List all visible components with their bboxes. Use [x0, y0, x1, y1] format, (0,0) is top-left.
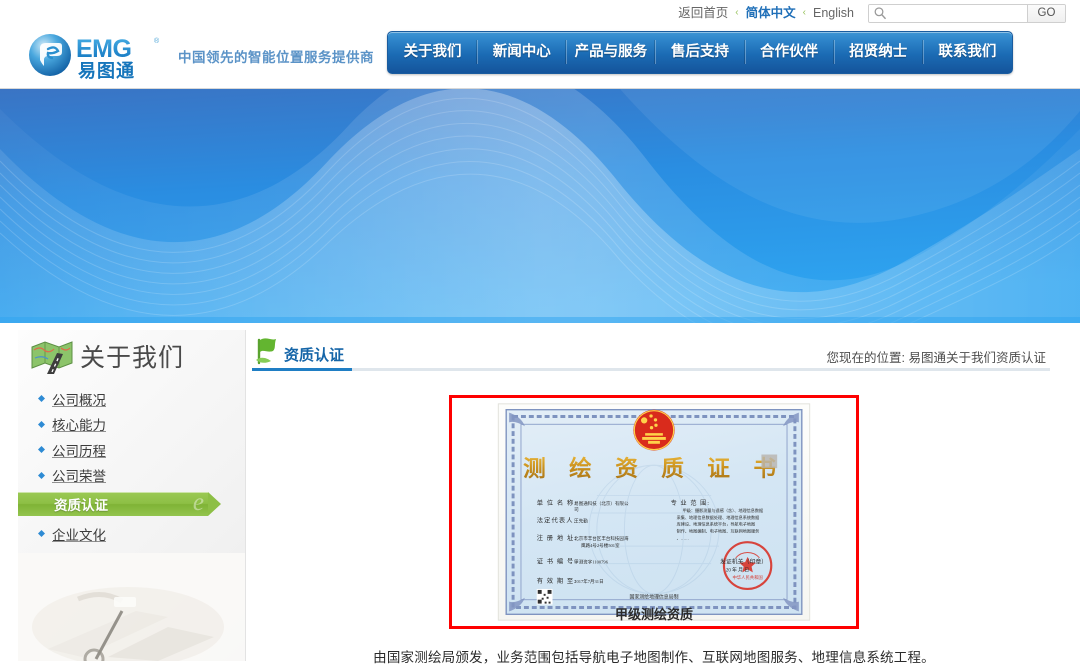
sidebar-item-honors[interactable]: 公司荣誉 — [18, 463, 245, 489]
sidebar-decorative-photo — [18, 553, 245, 661]
sidebar-item-label: 企业文化 — [52, 527, 106, 543]
nav-item-contact[interactable]: 联系我们 — [922, 32, 1012, 73]
language-link-en[interactable]: English — [811, 0, 856, 26]
sidebar-item-label: 公司概况 — [52, 392, 106, 408]
sidebar-header: 关于我们 — [18, 330, 245, 382]
svg-text:单 位 名 称:: 单 位 名 称: — [537, 498, 577, 507]
search-input[interactable] — [890, 4, 1024, 22]
svg-text:测 绘 资 质 证 书: 测 绘 资 质 证 书 — [523, 455, 785, 481]
nav-item-partners[interactable]: 合作伙伴 — [744, 32, 834, 73]
svg-text:采集、地理信息数据处理、地理信息系统数据: 采集、地理信息数据处理、地理信息系统数据 — [677, 514, 760, 520]
svg-text:有 效 期 至:: 有 效 期 至: — [537, 576, 577, 585]
nav-item-news[interactable]: 新闻中心 — [477, 32, 566, 73]
sidebar-item-label: 资质认证 — [54, 498, 108, 513]
sidebar-menu: 公司概况 核心能力 公司历程 公司荣誉 资质认证 e 企业文化 — [18, 386, 245, 547]
svg-text:法定代表人:: 法定代表人: — [537, 516, 577, 525]
svg-text:20 年 月 日: 20 年 月 日 — [726, 566, 749, 573]
svg-text:国家测绘地理信息局制: 国家测绘地理信息局制 — [629, 594, 678, 601]
svg-text:制作、地图编制、电子地图、互联网地图服务: 制作、地图编制、电子地图、互联网地图服务 — [677, 527, 760, 533]
certificate-frame[interactable]: 测 绘 资 质 证 书 单 位 名 称: 易图通科技（北京）有限公 司 法定代表… — [449, 395, 859, 629]
search-bar: GO — [868, 3, 1066, 23]
svg-text:2017年7月31日: 2017年7月31日 — [574, 578, 603, 585]
diamond-bullet-icon — [38, 446, 45, 454]
separator-icon: ‹ — [802, 7, 806, 18]
diamond-bullet-icon — [38, 530, 45, 538]
site-tagline: 中国领先的智能位置服务提供商 — [178, 49, 374, 65]
sidebar-title: 关于我们 — [80, 344, 185, 372]
home-link[interactable]: 返回首页 — [676, 0, 730, 26]
svg-text:®: ® — [154, 37, 160, 45]
site-header: EMG ® 易图通 中国领先的智能位置服务提供商 关于我们 新闻中心 产品与服务… — [0, 26, 1080, 85]
section-title: 资质认证 — [284, 347, 345, 364]
svg-text:司: 司 — [574, 507, 579, 512]
sidebar-item-culture[interactable]: 企业文化 — [18, 521, 245, 547]
sidebar-item-label: 公司荣誉 — [52, 469, 106, 485]
breadcrumb: 您现在的位置: 易图通关于我们资质认证 — [826, 351, 1046, 365]
content-panel: 资质认证 您现在的位置: 易图通关于我们资质认证 测 绘 资 质 证 书 单 位… — [248, 323, 1060, 665]
sidebar: 关于我们 公司概况 核心能力 公司历程 公司荣誉 资质认证 e 企业文化 — [18, 330, 246, 661]
sidebar-item-core-capability[interactable]: 核心能力 — [18, 412, 245, 438]
emg-logo-icon: EMG ® 易图通 — [29, 33, 160, 81]
sidebar-item-qualifications[interactable]: 资质认证 e — [18, 489, 221, 516]
diamond-bullet-icon — [38, 420, 45, 428]
diamond-bullet-icon — [38, 471, 45, 479]
svg-text:易图通: 易图通 — [78, 61, 135, 81]
sidebar-item-label: 核心能力 — [52, 418, 106, 434]
certificate-description: 由国家测绘局颁发，业务范围包括导航电子地图制作、互联网地图服务、地理信息系统工程… — [373, 650, 935, 665]
separator-icon: ‹ — [735, 7, 739, 18]
svg-text:易图通科技（北京）有限公: 易图通科技（北京）有限公 — [574, 500, 629, 507]
certificate-image: 测 绘 资 质 证 书 单 位 名 称: 易图通科技（北京）有限公 司 法定代表… — [452, 398, 856, 626]
certificate-caption: 甲级测绘资质 — [614, 607, 693, 622]
main-navigation: 关于我们 新闻中心 产品与服务 售后支持 合作伙伴 招贤纳士 联系我们 — [387, 31, 1013, 74]
diamond-bullet-icon — [38, 395, 45, 403]
svg-text:北京市丰台区丰台科技园海: 北京市丰台区丰台科技园海 — [574, 535, 629, 542]
nav-item-products[interactable]: 产品与服务 — [566, 32, 655, 73]
sidebar-item-label: 公司历程 — [52, 443, 106, 459]
sidebar-item-company-profile[interactable]: 公司概况 — [18, 386, 245, 412]
section-title-underline — [252, 368, 352, 371]
svg-text:专 业 范 围:: 专 业 范 围: — [671, 499, 710, 507]
flag-leaf-icon — [256, 338, 276, 365]
certificate-section: 测 绘 资 质 证 书 单 位 名 称: 易图通科技（北京）有限公 司 法定代表… — [248, 395, 1060, 666]
svg-text:EMG: EMG — [76, 35, 131, 63]
content-header: 资质认证 您现在的位置: 易图通关于我们资质认证 — [252, 335, 1050, 371]
search-box — [869, 4, 1027, 22]
svg-text:中华人民共和国: 中华人民共和国 — [732, 574, 762, 581]
sidebar-item-history[interactable]: 公司历程 — [18, 437, 245, 463]
svg-text:甲测资字1100796: 甲测资字1100796 — [574, 559, 609, 566]
logo-area[interactable]: EMG ® 易图通 中国领先的智能位置服务提供商 — [28, 26, 374, 85]
svg-text:鹰路4号2号楼501室: 鹰路4号2号楼501室 — [581, 542, 620, 549]
e-watermark-icon: e — [192, 489, 204, 516]
nav-item-support[interactable]: 售后支持 — [655, 32, 744, 73]
language-link-zh[interactable]: 简体中文 — [744, 0, 798, 26]
search-go-button[interactable]: GO — [1027, 4, 1065, 22]
svg-text:库建设、地理信息系统平台，导航电子地图: 库建设、地理信息系统平台，导航电子地图 — [677, 521, 756, 527]
svg-text:注 册 地 址:: 注 册 地 址: — [537, 533, 577, 542]
svg-text:王先勤: 王先勤 — [574, 518, 588, 525]
nav-item-about[interactable]: 关于我们 — [388, 32, 477, 73]
svg-text:甲级：摄影测量与遥感（含）、地理信息数据: 甲级：摄影测量与遥感（含）、地理信息数据 — [683, 507, 764, 513]
search-icon — [874, 6, 886, 19]
hero-banner — [0, 88, 1080, 323]
banner-wave-graphic — [0, 89, 1080, 323]
svg-text:证 书 编 号:: 证 书 编 号: — [537, 557, 577, 566]
active-arrow-icon — [208, 492, 221, 516]
nav-item-careers[interactable]: 招贤纳士 — [833, 32, 923, 73]
top-utility-bar: 返回首页 ‹ 简体中文 ‹ English GO — [0, 0, 1080, 26]
map-icon — [31, 341, 73, 374]
svg-text:、……: 、…… — [677, 535, 689, 540]
main-content-area: 关于我们 公司概况 核心能力 公司历程 公司荣誉 资质认证 e 企业文化 资质认… — [0, 323, 1080, 665]
desk-photo-graphic — [18, 553, 245, 661]
svg-text:发证机关（印章）: 发证机关（印章） — [720, 558, 767, 566]
